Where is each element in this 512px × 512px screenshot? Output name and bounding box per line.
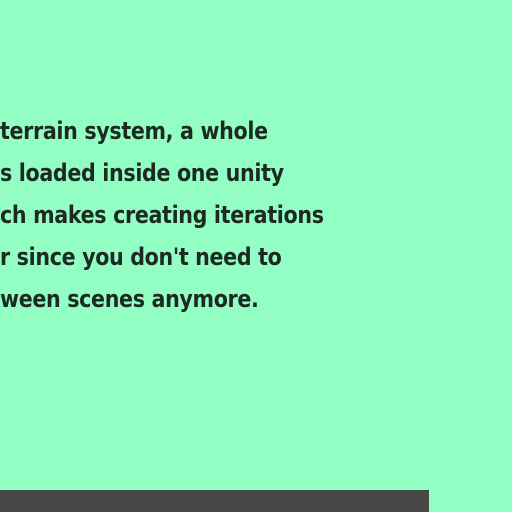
bottom-bar	[0, 490, 429, 512]
slide-canvas: terrain system, a whole s loaded inside …	[0, 0, 512, 512]
body-paragraph: terrain system, a whole s loaded inside …	[0, 110, 512, 320]
paragraph-line-2: s loaded inside one unity	[0, 159, 284, 187]
paragraph-line-4: r since you don't need to	[0, 243, 282, 271]
paragraph-line-3: ch makes creating iterations	[0, 201, 324, 229]
paragraph-line-5: ween scenes anymore.	[0, 285, 259, 313]
paragraph-line-1: terrain system, a whole	[0, 117, 268, 145]
